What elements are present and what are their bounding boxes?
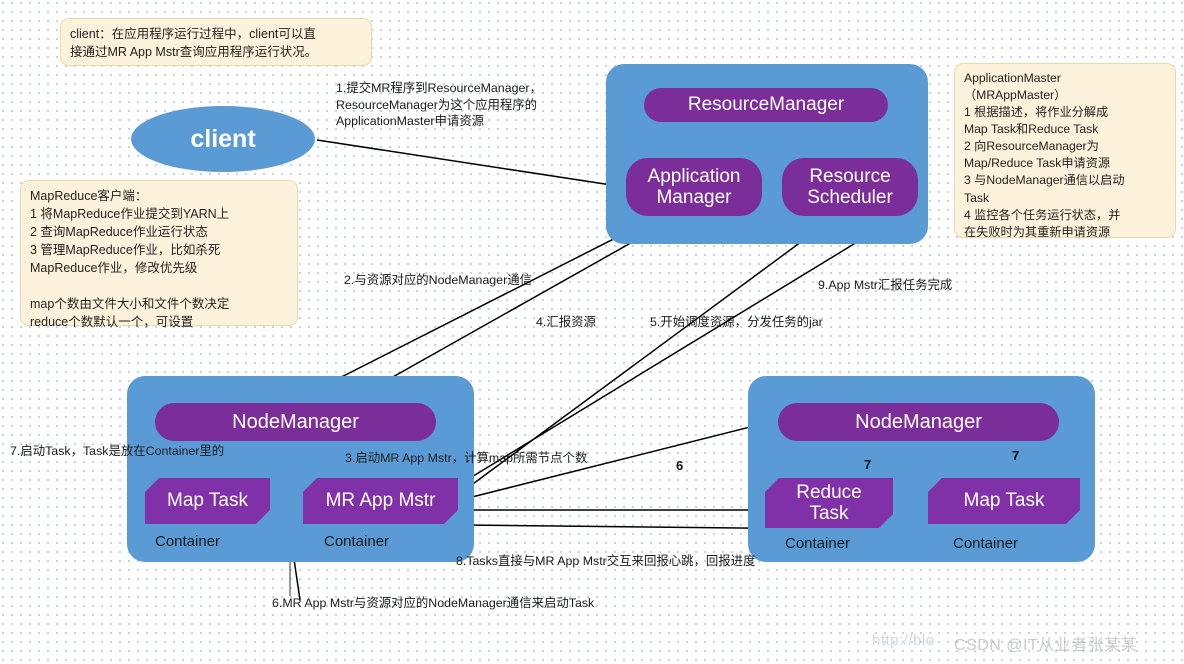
resource-scheduler-label: Resource Scheduler	[807, 165, 893, 208]
label-step5: 5.开始调度资源，分发任务的jar	[650, 315, 823, 329]
container-left-b-caption: Container	[324, 533, 390, 550]
label-step1: 1.提交MR程序到ResourceManager， ResourceManage…	[336, 81, 542, 129]
container-right-a-caption: Container	[785, 535, 851, 552]
node-manager-right-title[interactable]: NodeManager	[778, 403, 1059, 441]
note-application-master: ApplicationMaster （MRAppMaster） 1 根据描述，将…	[954, 63, 1176, 239]
watermark-text: CSDN @IT从业者张某某	[954, 637, 1138, 654]
note-mapreduce-client: MapReduce客户端： 1 将MapReduce作业提交到YARN上 2 查…	[20, 180, 298, 329]
label-step4: 4.汇报资源	[536, 315, 596, 329]
arrow-step2	[299, 217, 656, 399]
map-task-right-box[interactable]: Map Task	[928, 478, 1080, 524]
marker-step6: 6	[676, 458, 684, 473]
resource-manager-title[interactable]: ResourceManager	[644, 88, 888, 122]
client-label: client	[190, 124, 256, 153]
label-step3: 3.启动MR App Mstr，计算map所需节点个数	[345, 451, 588, 465]
map-task-right-label: Map Task	[963, 490, 1045, 512]
container-right-b-caption: Container	[953, 535, 1019, 552]
resource-scheduler-box[interactable]: Resource Scheduler	[782, 158, 918, 216]
arrow-step4	[351, 221, 669, 401]
container-left-a-caption: Container	[155, 533, 221, 550]
node-manager-left-title[interactable]: NodeManager	[155, 403, 436, 441]
marker-step7-right: 7	[1012, 448, 1020, 463]
label-step6-caption: 6.MR App Mstr与资源对应的NodeManager通信来启动Task	[272, 596, 595, 610]
diagram-canvas: client：在应用程序运行过程中，client可以直 接通过MR App Ms…	[0, 0, 1184, 664]
resource-manager-label: ResourceManager	[687, 94, 845, 116]
mr-app-mstr-box[interactable]: MR App Mstr	[303, 478, 458, 524]
client-node[interactable]: client	[131, 106, 315, 172]
node-manager-right-label: NodeManager	[855, 410, 982, 433]
reduce-task-label: Reduce Task	[796, 481, 862, 524]
reduce-task-box[interactable]: Reduce Task	[765, 478, 893, 528]
note-client: client：在应用程序运行过程中，client可以直 接通过MR App Ms…	[60, 18, 372, 66]
application-manager-box[interactable]: Application Manager	[626, 158, 762, 216]
marker-step7-left: 7	[864, 457, 872, 472]
application-manager-label: Application Manager	[647, 165, 741, 208]
label-step8: 8.Tasks直接与MR App Mstr交互来回报心跳，回报进度	[456, 554, 756, 568]
arrow-step1	[316, 139, 619, 189]
map-task-left-box[interactable]: Map Task	[145, 478, 270, 524]
mr-app-mstr-label: MR App Mstr	[325, 490, 436, 512]
watermark-url: http://blo	[872, 632, 935, 649]
map-task-left-label: Map Task	[167, 490, 248, 512]
label-step2: 2.与资源对应的NodeManager通信	[344, 273, 532, 287]
node-manager-left-label: NodeManager	[232, 410, 359, 433]
label-step9: 9.App Mstr汇报任务完成	[818, 278, 953, 292]
label-step7: 7.启动Task，Task是放在Container里的	[10, 444, 225, 458]
